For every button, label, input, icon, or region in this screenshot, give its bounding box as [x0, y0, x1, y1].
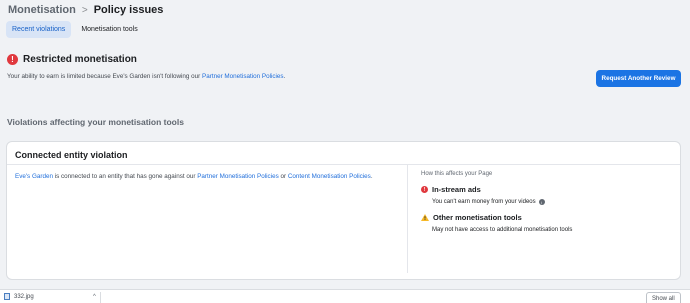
page-link[interactable]: Eve's Garden — [15, 173, 53, 180]
vertical-divider — [407, 165, 408, 273]
show-all-button[interactable]: Show all — [646, 292, 681, 303]
chevron-up-icon[interactable]: ^ — [93, 294, 96, 300]
divider — [7, 164, 680, 165]
breadcrumb-monetisation[interactable]: Monetisation — [8, 4, 76, 16]
info-icon[interactable]: i — [538, 199, 545, 205]
impact-item-other-tools: Other monetisation tools May not have ac… — [421, 213, 671, 233]
impact-item-instream: ! In-stream ads You can't earn money fro… — [421, 185, 671, 205]
tab-bar: Recent violations Monetisation tools — [6, 21, 144, 38]
impact-heading: How this affects your Page — [421, 171, 493, 177]
desc-text: is connected to an entity that has gone … — [52, 173, 198, 180]
download-filename: 332.jpg — [14, 293, 34, 300]
page-title: Policy issues — [93, 4, 164, 16]
warning-icon — [421, 214, 429, 221]
breadcrumb: Monetisation > Policy issues — [8, 3, 163, 17]
download-bar: 332.jpg ^ Show all — [0, 289, 690, 303]
violation-description: Eve's Garden is connected to an entity t… — [15, 173, 373, 180]
impact-title: In-stream ads — [432, 185, 481, 194]
desc-text: . — [370, 173, 373, 180]
alert-body-end: . — [283, 73, 286, 80]
alert-title-row: ! Restricted monetisation — [7, 54, 682, 65]
tab-recent-violations[interactable]: Recent violations — [6, 21, 72, 38]
divider — [100, 292, 101, 303]
content-policies-link[interactable]: Content Monetisation Policies — [288, 173, 371, 180]
chevron-right-icon: > — [81, 4, 88, 16]
page-header: Monetisation > Policy issues Recent viol… — [0, 0, 690, 46]
error-icon: ! — [421, 186, 428, 193]
alert-body-text: Your ability to earn is limited because … — [7, 73, 203, 80]
impact-title: Other monetisation tools — [433, 213, 522, 222]
tab-monetisation-tools[interactable]: Monetisation tools — [75, 21, 143, 38]
impact-panel: How this affects your Page ! In-stream a… — [421, 171, 671, 233]
impact-desc: May not have access to additional moneti… — [432, 227, 573, 233]
alert-title: Restricted monetisation — [23, 54, 137, 65]
download-item[interactable]: 332.jpg — [4, 293, 34, 300]
request-review-button[interactable]: Request Another Review — [596, 70, 681, 87]
error-icon: ! — [7, 54, 18, 65]
impact-desc: You can't earn money from your videos — [432, 199, 536, 205]
desc-text: or — [278, 173, 288, 180]
violation-card: Connected entity violation Eve's Garden … — [6, 141, 681, 280]
card-title: Connected entity violation — [15, 150, 128, 160]
partner-policies-link[interactable]: Partner Monetisation Policies — [197, 173, 279, 180]
alert-description: Your ability to earn is limited because … — [7, 73, 682, 80]
restricted-alert: ! Restricted monetisation Your ability t… — [7, 54, 682, 80]
partner-policies-link[interactable]: Partner Monetisation Policies — [202, 73, 284, 80]
image-file-icon — [4, 293, 10, 300]
section-title: Violations affecting your monetisation t… — [7, 117, 184, 127]
